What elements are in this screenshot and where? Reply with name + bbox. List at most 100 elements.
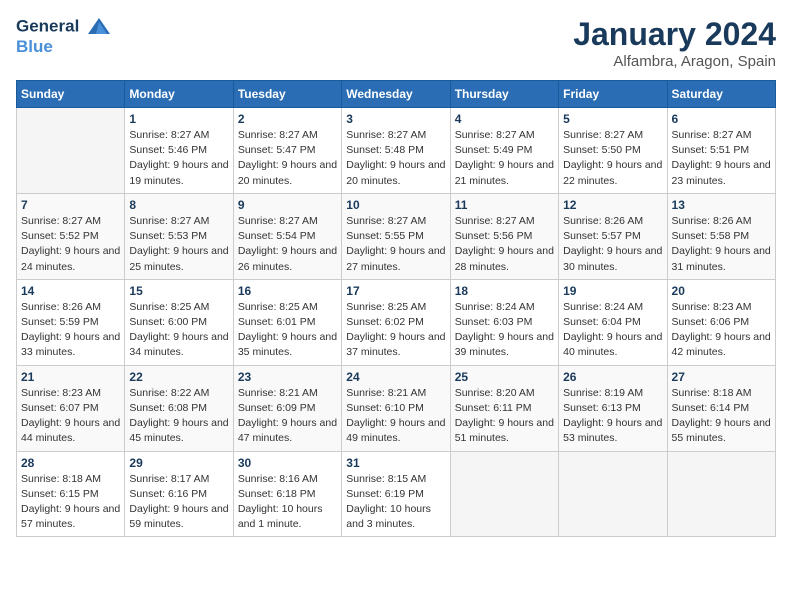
day-number: 29	[129, 456, 228, 470]
day-cell: 5 Sunrise: 8:27 AM Sunset: 5:50 PM Daylig…	[559, 108, 667, 194]
day-cell: 25Sunrise: 8:20 AM Sunset: 6:11 PM Dayli…	[450, 365, 558, 451]
day-info: Sunrise: 8:24 AM Sunset: 6:04 PM Dayligh…	[563, 300, 662, 361]
day-info: Sunrise: 8:27 AM Sunset: 5:56 PM Dayligh…	[455, 214, 554, 275]
day-info: Sunrise: 8:18 AM Sunset: 6:15 PM Dayligh…	[21, 472, 120, 533]
day-number: 1	[129, 112, 228, 126]
day-number: 28	[21, 456, 120, 470]
day-number: 9	[238, 198, 337, 212]
header-friday: Friday	[559, 81, 667, 108]
day-number: 30	[238, 456, 337, 470]
day-info: Sunrise: 8:17 AM Sunset: 6:16 PM Dayligh…	[129, 472, 228, 533]
day-number: 22	[129, 370, 228, 384]
day-info: Sunrise: 8:26 AM Sunset: 5:58 PM Dayligh…	[672, 214, 771, 275]
day-number: 13	[672, 198, 771, 212]
day-cell: 23 Sunrise: 8:21 AM Sunset: 6:09 PM Dayli…	[233, 365, 341, 451]
logo: General Blue	[16, 16, 112, 57]
day-cell	[17, 108, 125, 194]
day-cell: 4 Sunrise: 8:27 AM Sunset: 5:49 PM Daylig…	[450, 108, 558, 194]
day-number: 5	[563, 112, 662, 126]
header-row: SundayMondayTuesdayWednesdayThursdayFrid…	[17, 81, 776, 108]
day-info: Sunrise: 8:25 AM Sunset: 6:02 PM Dayligh…	[346, 300, 445, 361]
day-info: Sunrise: 8:21 AM Sunset: 6:09 PM Dayligh…	[238, 386, 337, 447]
day-info: Sunrise: 8:27 AM Sunset: 5:50 PM Dayligh…	[563, 128, 662, 189]
day-cell: 31Sunrise: 8:15 AM Sunset: 6:19 PM Dayli…	[342, 451, 450, 537]
day-number: 12	[563, 198, 662, 212]
day-info: Sunrise: 8:27 AM Sunset: 5:55 PM Dayligh…	[346, 214, 445, 275]
day-cell: 14 Sunrise: 8:26 AM Sunset: 5:59 PM Dayli…	[17, 279, 125, 365]
day-cell: 27 Sunrise: 8:18 AM Sunset: 6:14 PM Dayli…	[667, 365, 775, 451]
day-cell: 18 Sunrise: 8:24 AM Sunset: 6:03 PM Dayli…	[450, 279, 558, 365]
day-cell: 15 Sunrise: 8:25 AM Sunset: 6:00 PM Dayli…	[125, 279, 233, 365]
day-number: 31	[346, 456, 445, 470]
day-info: Sunrise: 8:27 AM Sunset: 5:47 PM Dayligh…	[238, 128, 337, 189]
logo-line2: Blue	[16, 38, 112, 57]
title-section: January 2024 Alfambra, Aragon, Spain	[573, 16, 776, 70]
day-number: 24	[346, 370, 445, 384]
day-cell: 21 Sunrise: 8:23 AM Sunset: 6:07 PM Dayli…	[17, 365, 125, 451]
day-info: Sunrise: 8:21 AM Sunset: 6:10 PM Dayligh…	[346, 386, 445, 447]
day-info: Sunrise: 8:22 AM Sunset: 6:08 PM Dayligh…	[129, 386, 228, 447]
day-cell: 8Sunrise: 8:27 AM Sunset: 5:53 PM Daylig…	[125, 193, 233, 279]
day-info: Sunrise: 8:25 AM Sunset: 6:00 PM Dayligh…	[129, 300, 228, 361]
day-number: 18	[455, 284, 554, 298]
day-number: 20	[672, 284, 771, 298]
day-cell: 24 Sunrise: 8:21 AM Sunset: 6:10 PM Dayli…	[342, 365, 450, 451]
day-cell: 28 Sunrise: 8:18 AM Sunset: 6:15 PM Dayli…	[17, 451, 125, 537]
day-info: Sunrise: 8:18 AM Sunset: 6:14 PM Dayligh…	[672, 386, 771, 447]
day-cell: 13 Sunrise: 8:26 AM Sunset: 5:58 PM Dayli…	[667, 193, 775, 279]
day-cell: 1 Sunrise: 8:27 AM Sunset: 5:46 PM Daylig…	[125, 108, 233, 194]
header-sunday: Sunday	[17, 81, 125, 108]
day-number: 19	[563, 284, 662, 298]
week-row-2: 7 Sunrise: 8:27 AM Sunset: 5:52 PM Daylig…	[17, 193, 776, 279]
day-info: Sunrise: 8:26 AM Sunset: 5:57 PM Dayligh…	[563, 214, 662, 275]
day-number: 27	[672, 370, 771, 384]
logo-line1: General	[16, 16, 112, 38]
day-cell: 29 Sunrise: 8:17 AM Sunset: 6:16 PM Dayli…	[125, 451, 233, 537]
day-number: 15	[129, 284, 228, 298]
day-info: Sunrise: 8:27 AM Sunset: 5:52 PM Dayligh…	[21, 214, 120, 275]
day-cell: 16 Sunrise: 8:25 AM Sunset: 6:01 PM Dayli…	[233, 279, 341, 365]
day-cell: 11 Sunrise: 8:27 AM Sunset: 5:56 PM Dayli…	[450, 193, 558, 279]
day-number: 16	[238, 284, 337, 298]
day-number: 21	[21, 370, 120, 384]
day-info: Sunrise: 8:26 AM Sunset: 5:59 PM Dayligh…	[21, 300, 120, 361]
day-cell: 20 Sunrise: 8:23 AM Sunset: 6:06 PM Dayli…	[667, 279, 775, 365]
day-number: 4	[455, 112, 554, 126]
header-monday: Monday	[125, 81, 233, 108]
day-cell: 19 Sunrise: 8:24 AM Sunset: 6:04 PM Dayli…	[559, 279, 667, 365]
day-info: Sunrise: 8:24 AM Sunset: 6:03 PM Dayligh…	[455, 300, 554, 361]
day-number: 11	[455, 198, 554, 212]
day-info: Sunrise: 8:27 AM Sunset: 5:49 PM Dayligh…	[455, 128, 554, 189]
header-thursday: Thursday	[450, 81, 558, 108]
day-number: 3	[346, 112, 445, 126]
day-cell: 12 Sunrise: 8:26 AM Sunset: 5:57 PM Dayli…	[559, 193, 667, 279]
week-row-5: 28 Sunrise: 8:18 AM Sunset: 6:15 PM Dayli…	[17, 451, 776, 537]
day-cell: 10Sunrise: 8:27 AM Sunset: 5:55 PM Dayli…	[342, 193, 450, 279]
day-cell: 9Sunrise: 8:27 AM Sunset: 5:54 PM Daylig…	[233, 193, 341, 279]
day-number: 8	[129, 198, 228, 212]
day-info: Sunrise: 8:27 AM Sunset: 5:46 PM Dayligh…	[129, 128, 228, 189]
day-cell: 6 Sunrise: 8:27 AM Sunset: 5:51 PM Daylig…	[667, 108, 775, 194]
day-cell: 2Sunrise: 8:27 AM Sunset: 5:47 PM Daylig…	[233, 108, 341, 194]
calendar-table: SundayMondayTuesdayWednesdayThursdayFrid…	[16, 80, 776, 537]
day-cell: 7 Sunrise: 8:27 AM Sunset: 5:52 PM Daylig…	[17, 193, 125, 279]
day-cell	[559, 451, 667, 537]
day-info: Sunrise: 8:23 AM Sunset: 6:07 PM Dayligh…	[21, 386, 120, 447]
day-info: Sunrise: 8:23 AM Sunset: 6:06 PM Dayligh…	[672, 300, 771, 361]
day-number: 14	[21, 284, 120, 298]
day-cell: 17Sunrise: 8:25 AM Sunset: 6:02 PM Dayli…	[342, 279, 450, 365]
location: Alfambra, Aragon, Spain	[573, 53, 776, 70]
day-cell: 30Sunrise: 8:16 AM Sunset: 6:18 PM Dayli…	[233, 451, 341, 537]
day-info: Sunrise: 8:19 AM Sunset: 6:13 PM Dayligh…	[563, 386, 662, 447]
day-number: 26	[563, 370, 662, 384]
day-cell: 3Sunrise: 8:27 AM Sunset: 5:48 PM Daylig…	[342, 108, 450, 194]
day-number: 7	[21, 198, 120, 212]
day-info: Sunrise: 8:20 AM Sunset: 6:11 PM Dayligh…	[455, 386, 554, 447]
day-number: 6	[672, 112, 771, 126]
header-wednesday: Wednesday	[342, 81, 450, 108]
day-info: Sunrise: 8:27 AM Sunset: 5:51 PM Dayligh…	[672, 128, 771, 189]
day-info: Sunrise: 8:25 AM Sunset: 6:01 PM Dayligh…	[238, 300, 337, 361]
day-number: 23	[238, 370, 337, 384]
logo-icon	[86, 16, 112, 38]
day-cell: 26 Sunrise: 8:19 AM Sunset: 6:13 PM Dayli…	[559, 365, 667, 451]
